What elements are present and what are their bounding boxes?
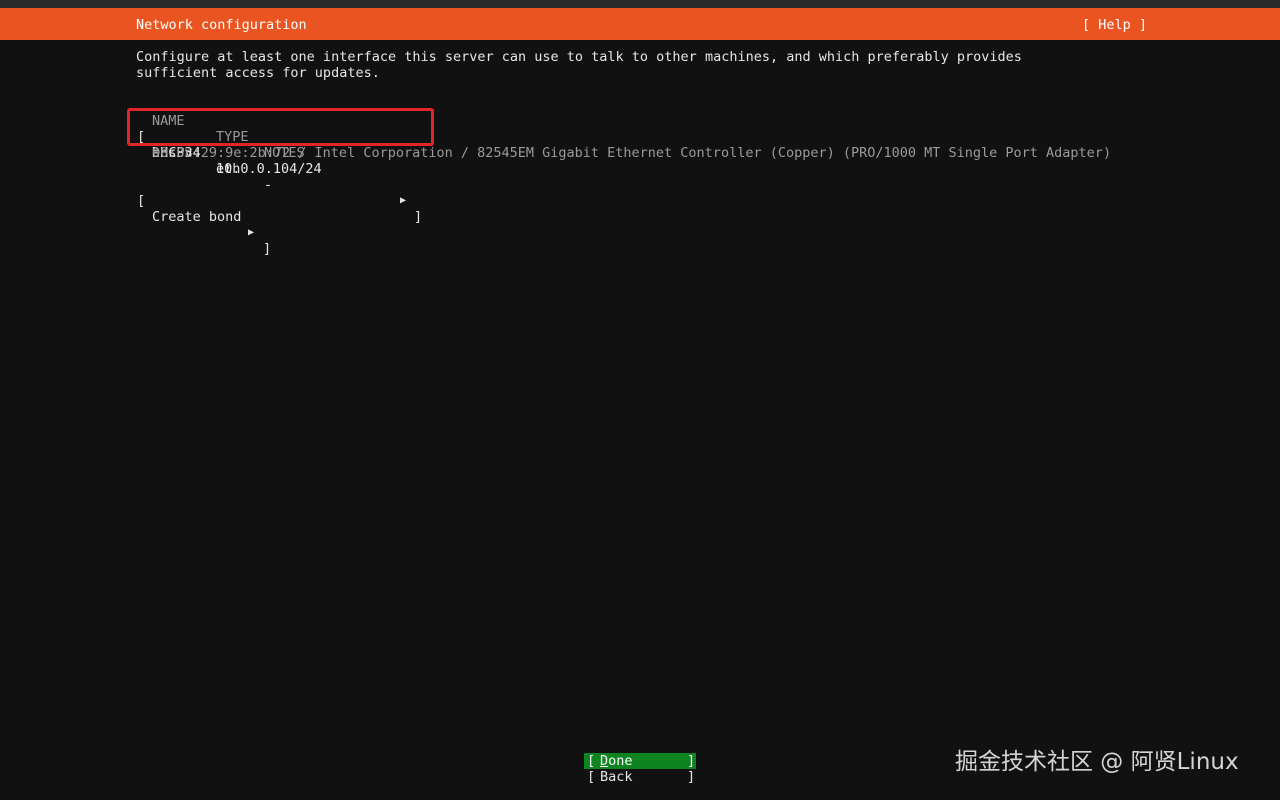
done-accelerator: D: [600, 753, 609, 769]
help-button[interactable]: [ Help ]: [1082, 17, 1147, 33]
done-label-rest: one: [608, 753, 633, 769]
interface-menu-arrow-icon[interactable]: ▶: [400, 193, 406, 209]
page-title: Network configuration: [136, 17, 307, 33]
back-bracket-close: ]: [687, 769, 696, 785]
done-bracket-close: ]: [687, 753, 696, 769]
interface-hardware-info: 00:0c:29:9e:2b:72 / Intel Corporation / …: [152, 145, 1112, 161]
create-bond-bracket-open: [: [137, 193, 146, 209]
watermark-text: 掘金技术社区 @ 阿贤Linux: [955, 749, 1239, 775]
back-button[interactable]: [ Back ]: [584, 769, 696, 785]
done-button[interactable]: [ Done ]: [584, 753, 696, 769]
done-bracket-open: [: [587, 753, 596, 769]
interface-bracket-close: ]: [414, 209, 423, 225]
interface-address: 10.0.0.104/24: [216, 161, 322, 177]
create-bond-bracket-close: ]: [263, 241, 272, 257]
create-bond-arrow-icon: ▶: [248, 227, 255, 238]
create-bond-label: Create bond: [152, 209, 242, 225]
back-label: Back: [600, 769, 633, 785]
header-bar: Network configuration [ Help ]: [0, 8, 1280, 40]
window-top-strip: [0, 0, 1280, 8]
intro-text: Configure at least one interface this se…: [136, 49, 1022, 81]
back-bracket-open: [: [587, 769, 596, 785]
create-bond-button[interactable]: [ Create bond ▶ ]: [137, 177, 277, 257]
done-label: Done: [600, 753, 633, 769]
